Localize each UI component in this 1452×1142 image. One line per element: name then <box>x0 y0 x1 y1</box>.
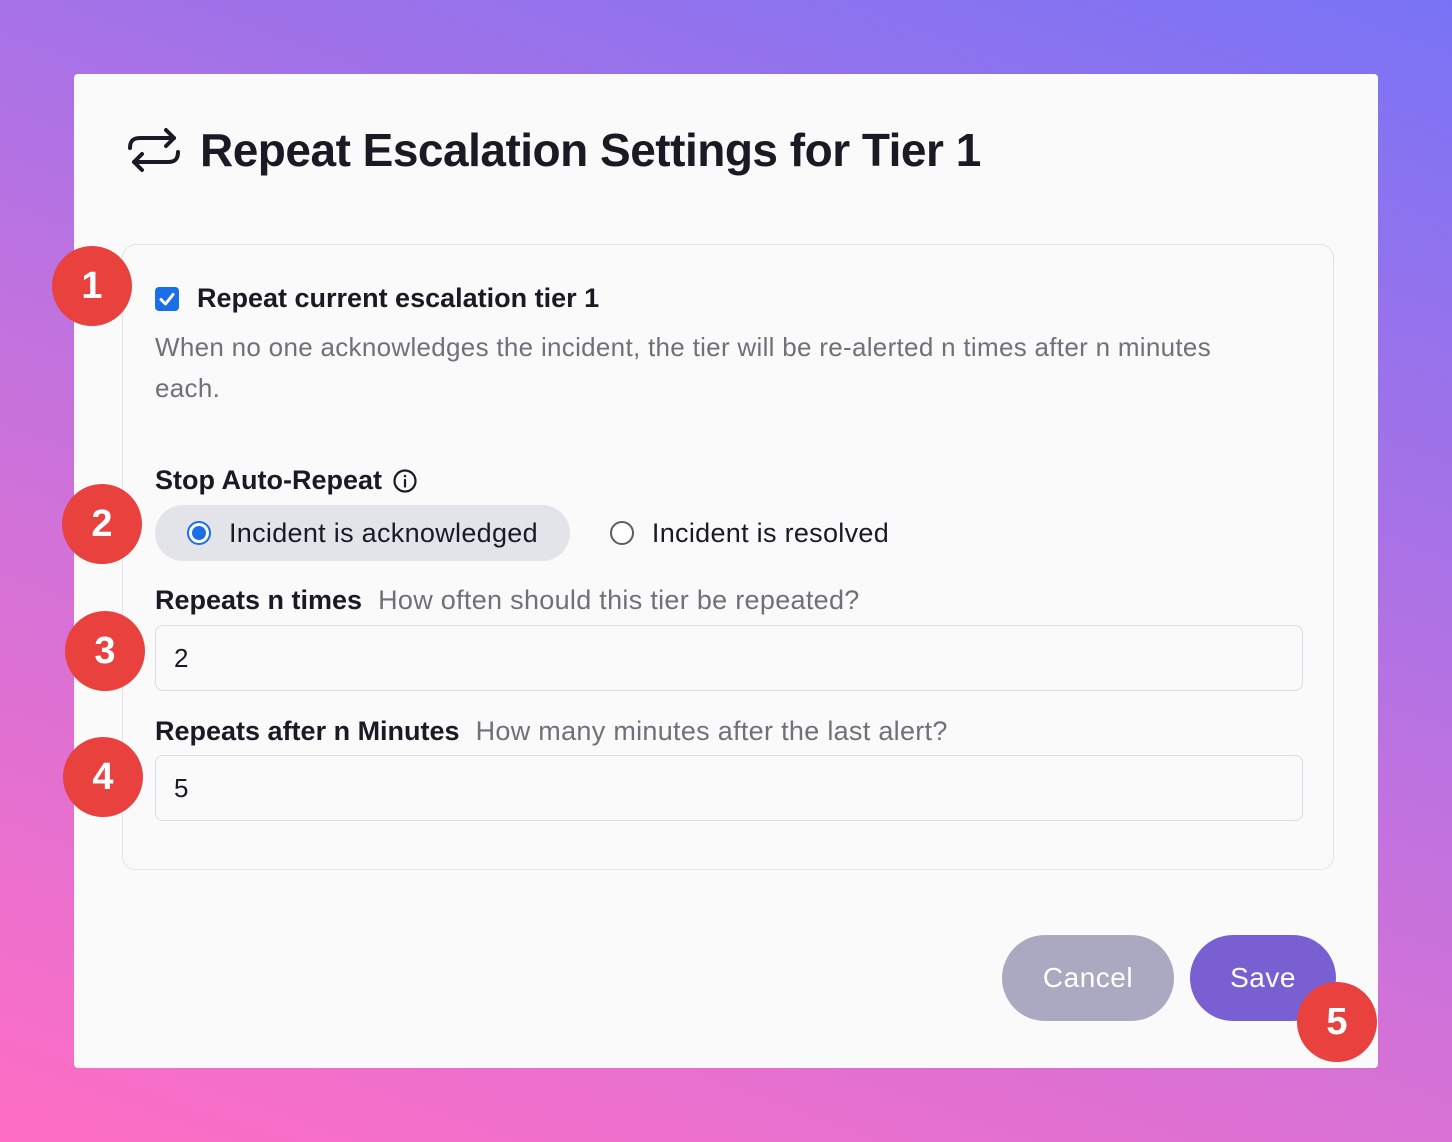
repeat-description: When no one acknowledges the incident, t… <box>155 332 1211 403</box>
radio-button-resolved[interactable] <box>609 521 634 545</box>
settings-panel: Repeat current escalation tier 1 When no… <box>122 244 1334 870</box>
repeats-times-input[interactable]: 2 <box>155 625 1303 691</box>
stop-auto-repeat-label: Stop Auto-Repeat <box>155 465 382 495</box>
radio-label-resolved[interactable]: Incident is resolved <box>652 518 889 549</box>
step-badge-1: 1 <box>52 246 132 326</box>
step-badge-3: 3 <box>65 611 145 691</box>
repeats-minutes-label: Repeats after n Minutes <box>155 716 460 746</box>
repeat-tier-label[interactable]: Repeat current escalation tier 1 <box>197 283 599 314</box>
radio-option-acknowledged[interactable]: Incident is acknowledged <box>155 505 570 561</box>
repeats-times-label-row: Repeats n times How often should this tie… <box>155 585 860 616</box>
stop-auto-repeat-heading: Stop Auto-Repeat <box>155 465 418 496</box>
radio-button-acknowledged[interactable] <box>187 521 211 545</box>
repeat-tier-checkbox[interactable] <box>155 286 179 311</box>
radio-option-resolved[interactable]: Incident is resolved <box>578 505 921 561</box>
radio-label-acknowledged[interactable]: Incident is acknowledged <box>229 518 538 549</box>
repeats-times-hint: How often should this tier be repeated? <box>378 585 860 615</box>
repeats-times-value: 2 <box>174 642 189 673</box>
repeats-times-label: Repeats n times <box>155 585 363 615</box>
step-badge-5: 5 <box>1297 982 1377 1062</box>
stop-auto-repeat-radio-group: Incident is acknowledged Incident is res… <box>155 505 921 561</box>
repeats-minutes-hint: How many minutes after the last alert? <box>475 716 948 746</box>
step-badge-2: 2 <box>62 484 142 564</box>
repeats-minutes-value: 5 <box>174 772 189 803</box>
dialog-header: Repeat Escalation Settings for Tier 1 <box>126 122 981 178</box>
repeat-icon <box>128 128 180 172</box>
dialog-title: Repeat Escalation Settings for Tier 1 <box>200 124 981 176</box>
repeat-tier-row[interactable]: Repeat current escalation tier 1 <box>155 283 599 314</box>
cancel-button[interactable]: Cancel <box>1002 935 1174 1021</box>
repeats-minutes-input[interactable]: 5 <box>155 755 1303 821</box>
repeat-escalation-dialog: Repeat Escalation Settings for Tier 1 Re… <box>74 74 1378 1068</box>
repeats-minutes-label-row: Repeats after n Minutes How many minutes … <box>155 716 948 747</box>
step-badge-4: 4 <box>63 737 143 817</box>
check-icon <box>159 292 175 305</box>
info-icon[interactable] <box>392 468 418 494</box>
